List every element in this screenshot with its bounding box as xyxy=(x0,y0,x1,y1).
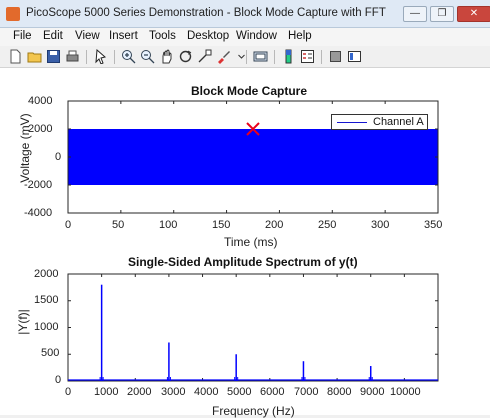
figure-canvas: Block Mode Capture Time (ms) Voltage (mV… xyxy=(0,68,490,418)
print-icon[interactable] xyxy=(65,49,80,64)
open-file-icon[interactable] xyxy=(27,49,42,64)
plot2-xtick: 2000 xyxy=(127,386,152,398)
toolbar-separator xyxy=(246,50,247,64)
show-plot-tools-icon[interactable] xyxy=(347,49,362,64)
plot2-ytick: 1000 xyxy=(34,321,59,333)
plot1-xtick: 50 xyxy=(112,219,125,231)
plot1-xtick: 0 xyxy=(65,219,72,231)
plot1-xtick: 300 xyxy=(371,219,390,231)
menu-tools[interactable]: Tools xyxy=(149,30,176,42)
menu-bar: File Edit View Insert Tools Desktop Wind… xyxy=(0,28,490,46)
plot2-xtick: 7000 xyxy=(294,386,319,398)
plot1-xtick: 350 xyxy=(424,219,443,231)
menu-insert[interactable]: Insert xyxy=(109,30,138,42)
plot1-ytick: 0 xyxy=(55,151,62,163)
menu-desktop[interactable]: Desktop xyxy=(187,30,229,42)
plot2-ytick: 500 xyxy=(41,347,60,359)
plot2-ytick: 2000 xyxy=(34,268,59,280)
toolbar-separator xyxy=(86,50,87,64)
plot1-legend[interactable]: Channel A xyxy=(331,114,428,130)
menu-view[interactable]: View xyxy=(75,30,100,42)
plot2-ytick: 1500 xyxy=(34,294,59,306)
channel-a-signal xyxy=(68,129,438,185)
spectrum-axes[interactable] xyxy=(67,273,439,382)
plot2-xtick: 9000 xyxy=(360,386,385,398)
plot1-ytick: -4000 xyxy=(24,207,53,219)
plot2-xlabel: Frequency (Hz) xyxy=(212,404,295,418)
legend-label: Channel A xyxy=(373,116,424,128)
toolbar-separator xyxy=(321,50,322,64)
matlab-figure-icon xyxy=(6,7,20,21)
menu-file[interactable]: File xyxy=(13,30,32,42)
plot1-xtick: 200 xyxy=(265,219,284,231)
plot1-xtick: 250 xyxy=(318,219,337,231)
menu-window[interactable]: Window xyxy=(236,30,277,42)
plot1-ytick: 4000 xyxy=(28,95,53,107)
data-cursor-icon[interactable] xyxy=(197,49,212,64)
plot1-xtick: 150 xyxy=(212,219,231,231)
minimize-button[interactable]: — xyxy=(403,6,427,22)
hide-plot-tools-icon[interactable] xyxy=(328,49,343,64)
zoom-in-icon[interactable] xyxy=(121,49,136,64)
plot1-ytick: -2000 xyxy=(24,179,53,191)
plot2-ylabel: |Y(f)| xyxy=(16,309,30,335)
plot2-xtick: 4000 xyxy=(194,386,219,398)
plot2-title: Single-Sided Amplitude Spectrum of y(t) xyxy=(128,255,358,269)
window-title: PicoScope 5000 Series Demonstration - Bl… xyxy=(26,7,386,19)
zoom-out-icon[interactable] xyxy=(140,49,155,64)
toolbar-separator xyxy=(274,50,275,64)
legend-icon[interactable] xyxy=(300,49,315,64)
close-button[interactable]: ✕ xyxy=(457,6,490,22)
title-bar: PicoScope 5000 Series Demonstration - Bl… xyxy=(0,0,490,28)
rotate-icon[interactable] xyxy=(178,49,193,64)
save-icon[interactable] xyxy=(46,49,61,64)
figure-toolbar xyxy=(0,46,490,68)
brush-icon[interactable] xyxy=(216,49,231,64)
plot1-title: Block Mode Capture xyxy=(191,84,308,98)
plot1-xtick: 100 xyxy=(159,219,178,231)
toolbar-separator xyxy=(114,50,115,64)
plot1-xlabel: Time (ms) xyxy=(224,235,278,249)
maximize-button[interactable]: ❐ xyxy=(430,6,454,22)
plot2-xtick: 0 xyxy=(65,386,72,398)
plot2-xtick: 6000 xyxy=(260,386,285,398)
plot1-ytick: 2000 xyxy=(28,123,53,135)
plot2-xtick: 10000 xyxy=(390,386,421,398)
plot2-xtick: 3000 xyxy=(161,386,186,398)
menu-help[interactable]: Help xyxy=(288,30,312,42)
plot2-frame xyxy=(67,273,439,382)
pointer-icon[interactable] xyxy=(93,49,108,64)
plot2-xtick: 1000 xyxy=(94,386,119,398)
legend-line-swatch xyxy=(337,122,367,123)
pan-icon[interactable] xyxy=(159,49,174,64)
new-figure-icon[interactable] xyxy=(8,49,23,64)
plot2-xtick: 8000 xyxy=(327,386,352,398)
menu-edit[interactable]: Edit xyxy=(43,30,63,42)
plot2-ytick: 0 xyxy=(55,374,62,386)
plot1-ylabel: Voltage (mV) xyxy=(18,113,32,183)
colorbar-icon[interactable] xyxy=(281,49,296,64)
link-icon[interactable] xyxy=(253,49,268,64)
plot2-xtick: 5000 xyxy=(227,386,252,398)
